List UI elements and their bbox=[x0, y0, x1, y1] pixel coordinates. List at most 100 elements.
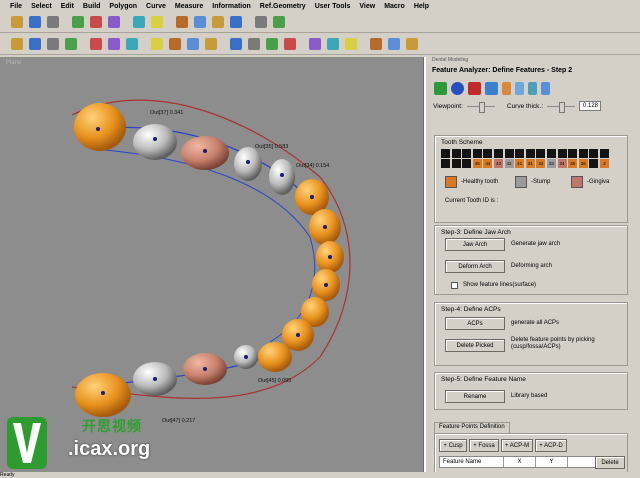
jaw-arch-button[interactable]: Jaw Arch bbox=[445, 238, 505, 251]
mesh-icon[interactable] bbox=[528, 81, 537, 95]
back-icon[interactable] bbox=[434, 81, 447, 95]
menu-curve[interactable]: Curve bbox=[146, 3, 166, 10]
tooth-grid[interactable]: 45 44 43 42 41 31 32 33 34 35 36 3 bbox=[441, 149, 610, 168]
menu-view[interactable]: View bbox=[359, 3, 375, 10]
tooth-cell[interactable] bbox=[568, 149, 578, 158]
tooth-cell[interactable] bbox=[546, 149, 556, 158]
rename-button[interactable]: Rename bbox=[445, 390, 505, 403]
menu-user-tools[interactable]: User Tools bbox=[315, 3, 351, 10]
menu-ref-geometry[interactable]: Ref.Geometry bbox=[260, 3, 306, 10]
pointer-icon[interactable] bbox=[252, 14, 269, 31]
tooth-cell[interactable] bbox=[525, 149, 535, 158]
open-icon[interactable] bbox=[8, 14, 25, 31]
tooth-cell[interactable] bbox=[536, 149, 546, 158]
tooth-cell[interactable] bbox=[462, 149, 472, 158]
texture-icon[interactable] bbox=[342, 36, 359, 53]
tooth-cell[interactable]: 41 bbox=[515, 159, 525, 168]
delete-button[interactable]: Delete bbox=[595, 456, 625, 469]
refresh-icon[interactable] bbox=[485, 81, 498, 95]
tooth-cell[interactable] bbox=[578, 149, 588, 158]
3d-viewport[interactable]: Plane Out[37] 0.341 Out[35] 0.583 Out[34… bbox=[0, 57, 424, 477]
water-icon[interactable] bbox=[263, 36, 280, 53]
menu-measure[interactable]: Measure bbox=[175, 3, 203, 10]
add-acp-m-button[interactable]: + ACP-M bbox=[501, 439, 533, 452]
pan-icon[interactable] bbox=[62, 36, 79, 53]
dental-model[interactable]: Y bbox=[0, 57, 424, 477]
view-top-icon[interactable] bbox=[105, 36, 122, 53]
tooth-cell[interactable] bbox=[441, 159, 450, 168]
tab-feature-points[interactable]: Feature Points Definition bbox=[434, 422, 510, 433]
tooth-cell[interactable] bbox=[589, 159, 599, 168]
shape-icon[interactable] bbox=[515, 81, 524, 95]
tooth-cell[interactable] bbox=[493, 149, 503, 158]
tooth-cell[interactable] bbox=[441, 149, 450, 158]
zoom-in-icon[interactable] bbox=[8, 36, 25, 53]
tooth-cell[interactable]: 32 bbox=[536, 159, 546, 168]
paste-icon[interactable] bbox=[105, 14, 122, 31]
wire-icon[interactable] bbox=[166, 36, 183, 53]
tooth-cell[interactable]: 45 bbox=[472, 159, 482, 168]
stop-icon[interactable] bbox=[468, 81, 481, 95]
zoom-icon[interactable] bbox=[191, 14, 208, 31]
menu-build[interactable]: Build bbox=[83, 3, 101, 10]
new-icon[interactable] bbox=[69, 14, 86, 31]
power-icon[interactable] bbox=[451, 81, 464, 95]
save-icon[interactable] bbox=[26, 14, 43, 31]
curve-thick-slider[interactable] bbox=[547, 101, 575, 113]
import-icon[interactable] bbox=[130, 14, 147, 31]
grid-icon[interactable] bbox=[324, 36, 341, 53]
tooth-cell[interactable] bbox=[451, 159, 461, 168]
tooth-cell[interactable]: 31 bbox=[525, 159, 535, 168]
add-fossa-button[interactable]: + Fossa bbox=[469, 439, 499, 452]
shaded-icon[interactable] bbox=[148, 36, 165, 53]
tooth-cell[interactable] bbox=[599, 149, 609, 158]
box-icon[interactable] bbox=[403, 36, 420, 53]
paint-icon[interactable] bbox=[245, 36, 262, 53]
menu-polygon[interactable]: Polygon bbox=[109, 3, 137, 10]
tooth-icon[interactable] bbox=[502, 81, 511, 95]
delete-picked-button[interactable]: Delete Picked bbox=[445, 339, 505, 352]
add-acp-d-button[interactable]: + ACP-D bbox=[535, 439, 567, 452]
tooth-cell[interactable]: 44 bbox=[483, 159, 493, 168]
tooth-cell[interactable]: 42 bbox=[504, 159, 514, 168]
measure-icon[interactable] bbox=[270, 14, 287, 31]
col-x[interactable]: X bbox=[504, 457, 536, 467]
tooth-cell[interactable]: 34 bbox=[557, 159, 567, 168]
check-icon[interactable] bbox=[227, 36, 244, 53]
redo-icon[interactable] bbox=[227, 14, 244, 31]
mesh-icon[interactable] bbox=[202, 36, 219, 53]
tooth-cell[interactable]: 36 bbox=[578, 159, 588, 168]
sphere-icon[interactable] bbox=[306, 36, 323, 53]
tooth-cell[interactable]: 35 bbox=[568, 159, 578, 168]
tooth-cell[interactable] bbox=[472, 149, 482, 158]
undo-icon[interactable] bbox=[209, 14, 226, 31]
print-icon[interactable] bbox=[44, 14, 61, 31]
col-y[interactable]: Y bbox=[536, 457, 568, 467]
tooth-cell[interactable] bbox=[483, 149, 493, 158]
zoom-out-icon[interactable] bbox=[26, 36, 43, 53]
view-side-icon[interactable] bbox=[123, 36, 140, 53]
chart-icon[interactable] bbox=[385, 36, 402, 53]
view-front-icon[interactable] bbox=[87, 36, 104, 53]
copy-icon[interactable] bbox=[87, 14, 104, 31]
cube-icon[interactable] bbox=[184, 36, 201, 53]
tooth-cell[interactable]: 43 bbox=[493, 159, 503, 168]
menu-select[interactable]: Select bbox=[31, 3, 52, 10]
blob-icon[interactable] bbox=[281, 36, 298, 53]
tooth-cell[interactable] bbox=[504, 149, 514, 158]
viewpoint-slider[interactable] bbox=[466, 101, 495, 113]
menu-help[interactable]: Help bbox=[414, 3, 429, 10]
add-cusp-button[interactable]: + Cusp bbox=[439, 439, 467, 452]
deform-arch-button[interactable]: Deform Arch bbox=[445, 260, 505, 273]
tooth-cell[interactable] bbox=[451, 149, 461, 158]
menu-file[interactable]: File bbox=[10, 3, 22, 10]
menu-macro[interactable]: Macro bbox=[384, 3, 405, 10]
tooth-cell[interactable] bbox=[462, 159, 472, 168]
tooth-cell[interactable]: 33 bbox=[546, 159, 556, 168]
menu-edit[interactable]: Edit bbox=[61, 3, 74, 10]
export-icon[interactable] bbox=[148, 14, 165, 31]
menu-information[interactable]: Information bbox=[212, 3, 251, 10]
cloud-icon[interactable] bbox=[367, 36, 384, 53]
acps-button[interactable]: ACPs bbox=[445, 317, 505, 330]
rotate-icon[interactable] bbox=[173, 14, 190, 31]
